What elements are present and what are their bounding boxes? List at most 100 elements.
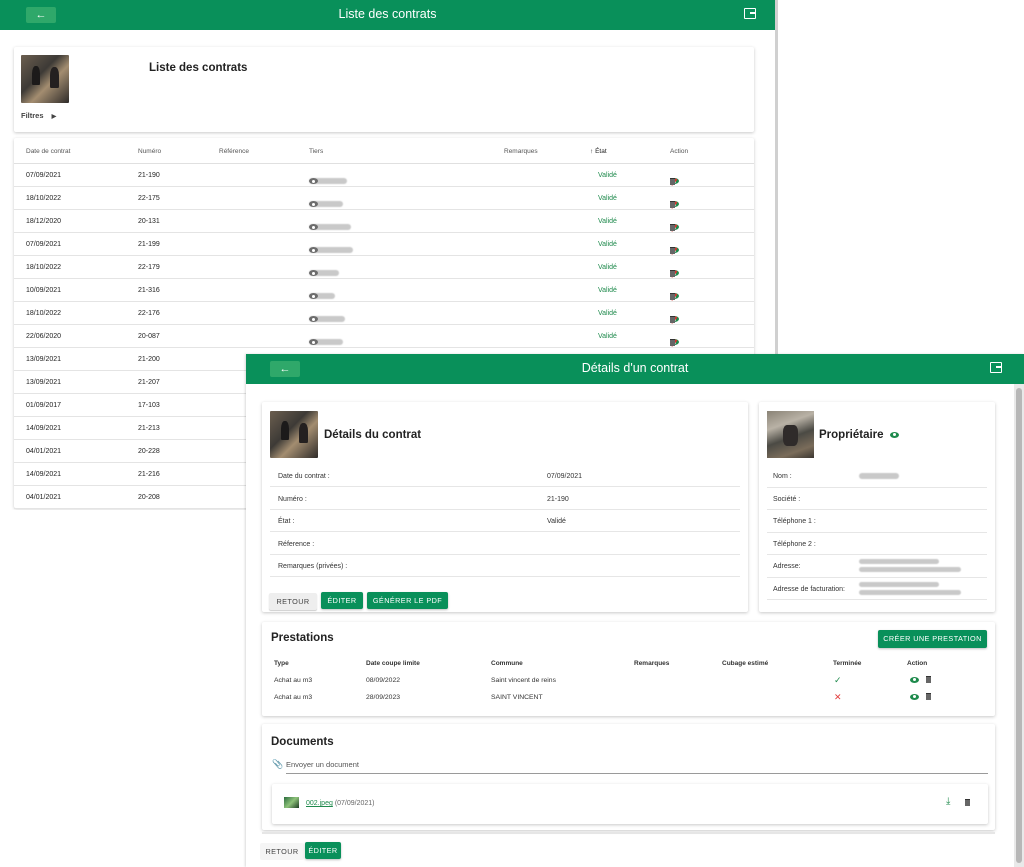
generer-pdf-button[interactable]: GÉNÉRER LE PDF (367, 592, 448, 609)
card-title: Détails du contrat (324, 429, 422, 441)
table-row[interactable]: 22/06/2020 20-087 Validé (14, 325, 754, 348)
cell-numero: 21-190 (138, 172, 160, 179)
table-row[interactable]: 07/09/2021 21-199 Validé (14, 233, 754, 256)
contract-photo (270, 411, 318, 458)
eye-icon[interactable] (309, 224, 318, 230)
col-header-tiers[interactable]: Tiers (309, 148, 323, 155)
cell-numero: 22-176 (138, 310, 160, 317)
delete-icon[interactable] (670, 224, 675, 231)
cell-etat: Validé (598, 172, 617, 179)
eye-icon[interactable] (309, 201, 318, 207)
arrow-up-icon: ↑ (590, 148, 594, 155)
cell-date: 13/09/2021 (26, 379, 62, 386)
create-prestation-button[interactable]: CRÉER UNE PRESTATION (878, 630, 987, 648)
col-action: Action (907, 660, 928, 667)
field-row: Réference : (270, 533, 740, 555)
cell-commune: SAINT VINCENT (491, 694, 543, 701)
blurred-value (859, 567, 961, 572)
delete-icon[interactable] (670, 339, 675, 346)
cell-actions (910, 693, 931, 700)
cell-numero: 21-216 (138, 471, 160, 478)
delete-icon[interactable] (670, 270, 675, 277)
eye-icon[interactable] (309, 178, 318, 184)
logout-icon[interactable] (744, 8, 756, 19)
col-remarques: Remarques (634, 660, 670, 667)
document-item: 002.jpeg (07/09/2021) ⤓ (272, 784, 988, 824)
delete-icon[interactable] (965, 799, 970, 806)
document-link[interactable]: 002.jpeg (07/09/2021) (306, 800, 375, 807)
footer-retour-button[interactable]: RETOUR (260, 843, 304, 860)
footer-editer-button[interactable]: ÉDITER (305, 842, 341, 859)
cell-numero: 20-087 (138, 333, 160, 340)
view-icon[interactable] (910, 693, 919, 700)
cell-date: 08/09/2022 (366, 677, 401, 684)
eye-icon[interactable] (309, 339, 318, 345)
table-row[interactable]: 10/09/2021 21-316 Validé (14, 279, 754, 302)
eye-icon[interactable] (309, 316, 318, 322)
download-icon[interactable]: ⤓ (946, 796, 950, 807)
documents-card: Documents 📎 Envoyer un document 002.jpeg… (262, 724, 995, 830)
delete-icon[interactable] (925, 676, 931, 683)
eye-icon[interactable] (309, 247, 318, 253)
triangle-right-icon: ▶ (51, 114, 57, 120)
cell-date: 18/12/2020 (26, 218, 62, 225)
eye-icon[interactable] (309, 293, 318, 299)
scrollbar[interactable] (1014, 384, 1024, 867)
delete-icon[interactable] (670, 316, 675, 323)
prestations-card: Prestations CRÉER UNE PRESTATION Type Da… (262, 622, 995, 716)
field-value: Validé (547, 518, 566, 525)
col-header-date[interactable]: Date de contrat (26, 148, 70, 155)
owner-field-label: Nom : (773, 473, 792, 480)
delete-icon[interactable] (670, 293, 675, 300)
owner-field-row: Téléphone 2 : (767, 533, 987, 555)
owner-field-label: Société : (773, 495, 801, 503)
divider (262, 832, 995, 834)
owner-title-label: Propriétaire (819, 429, 884, 441)
prestations-title: Prestations (271, 632, 334, 644)
field-label: Numéro : (278, 495, 307, 503)
view-icon[interactable] (910, 676, 919, 683)
col-header-etat[interactable]: ↑ État (590, 148, 607, 155)
filters-toggle[interactable]: Filtres ▶ (21, 111, 56, 120)
col-header-remarques[interactable]: Remarques (504, 148, 538, 155)
cell-actions (910, 676, 931, 683)
cell-commune: Saint vincent de reins (491, 677, 556, 684)
table-row[interactable]: 18/10/2022 22-175 Validé (14, 187, 754, 210)
delete-icon[interactable] (925, 693, 931, 700)
owner-title: Propriétaire (819, 429, 899, 441)
owner-field-row: Société : (767, 488, 987, 510)
editer-button[interactable]: ÉDITER (321, 592, 363, 609)
col-terminee: Terminée (833, 660, 862, 667)
cell-etat: Validé (598, 310, 617, 317)
retour-button[interactable]: RETOUR (269, 593, 317, 610)
cell-date: 07/09/2021 (26, 241, 62, 248)
upload-document-input[interactable]: Envoyer un document (286, 760, 988, 774)
owner-field-row: Téléphone 1 : (767, 510, 987, 533)
eye-icon[interactable] (889, 431, 899, 438)
table-row[interactable]: 18/10/2022 22-179 Validé (14, 256, 754, 279)
owner-field-label: Téléphone 2 : (773, 540, 816, 548)
delete-icon[interactable] (670, 178, 675, 185)
col-header-reference[interactable]: Référence (219, 148, 249, 155)
cell-date: 18/10/2022 (26, 264, 62, 271)
delete-icon[interactable] (670, 201, 675, 208)
owner-field-label: Adresse de facturation: (773, 585, 845, 593)
field-row: Remarques (privées) : (270, 555, 740, 577)
delete-icon[interactable] (670, 247, 675, 254)
cell-numero: 20-228 (138, 448, 160, 455)
eye-icon[interactable] (309, 270, 318, 276)
document-file-name[interactable]: 002.jpeg (306, 800, 333, 807)
cell-numero: 21-316 (138, 287, 160, 294)
cell-numero: 22-175 (138, 195, 160, 202)
cell-etat: Validé (598, 287, 617, 294)
col-header-numero[interactable]: Numéro (138, 148, 161, 155)
paperclip-icon: 📎 (272, 759, 284, 769)
logout-icon[interactable] (990, 362, 1002, 373)
cell-date: 07/09/2021 (26, 172, 62, 179)
field-row: État : Validé (270, 510, 740, 532)
table-row[interactable]: 18/10/2022 22-176 Validé (14, 302, 754, 325)
field-value: 21-190 (547, 495, 569, 503)
table-row[interactable]: 18/12/2020 20-131 Validé (14, 210, 754, 233)
col-header-action: Action (670, 148, 689, 155)
table-row[interactable]: 07/09/2021 21-190 Validé (14, 164, 754, 187)
